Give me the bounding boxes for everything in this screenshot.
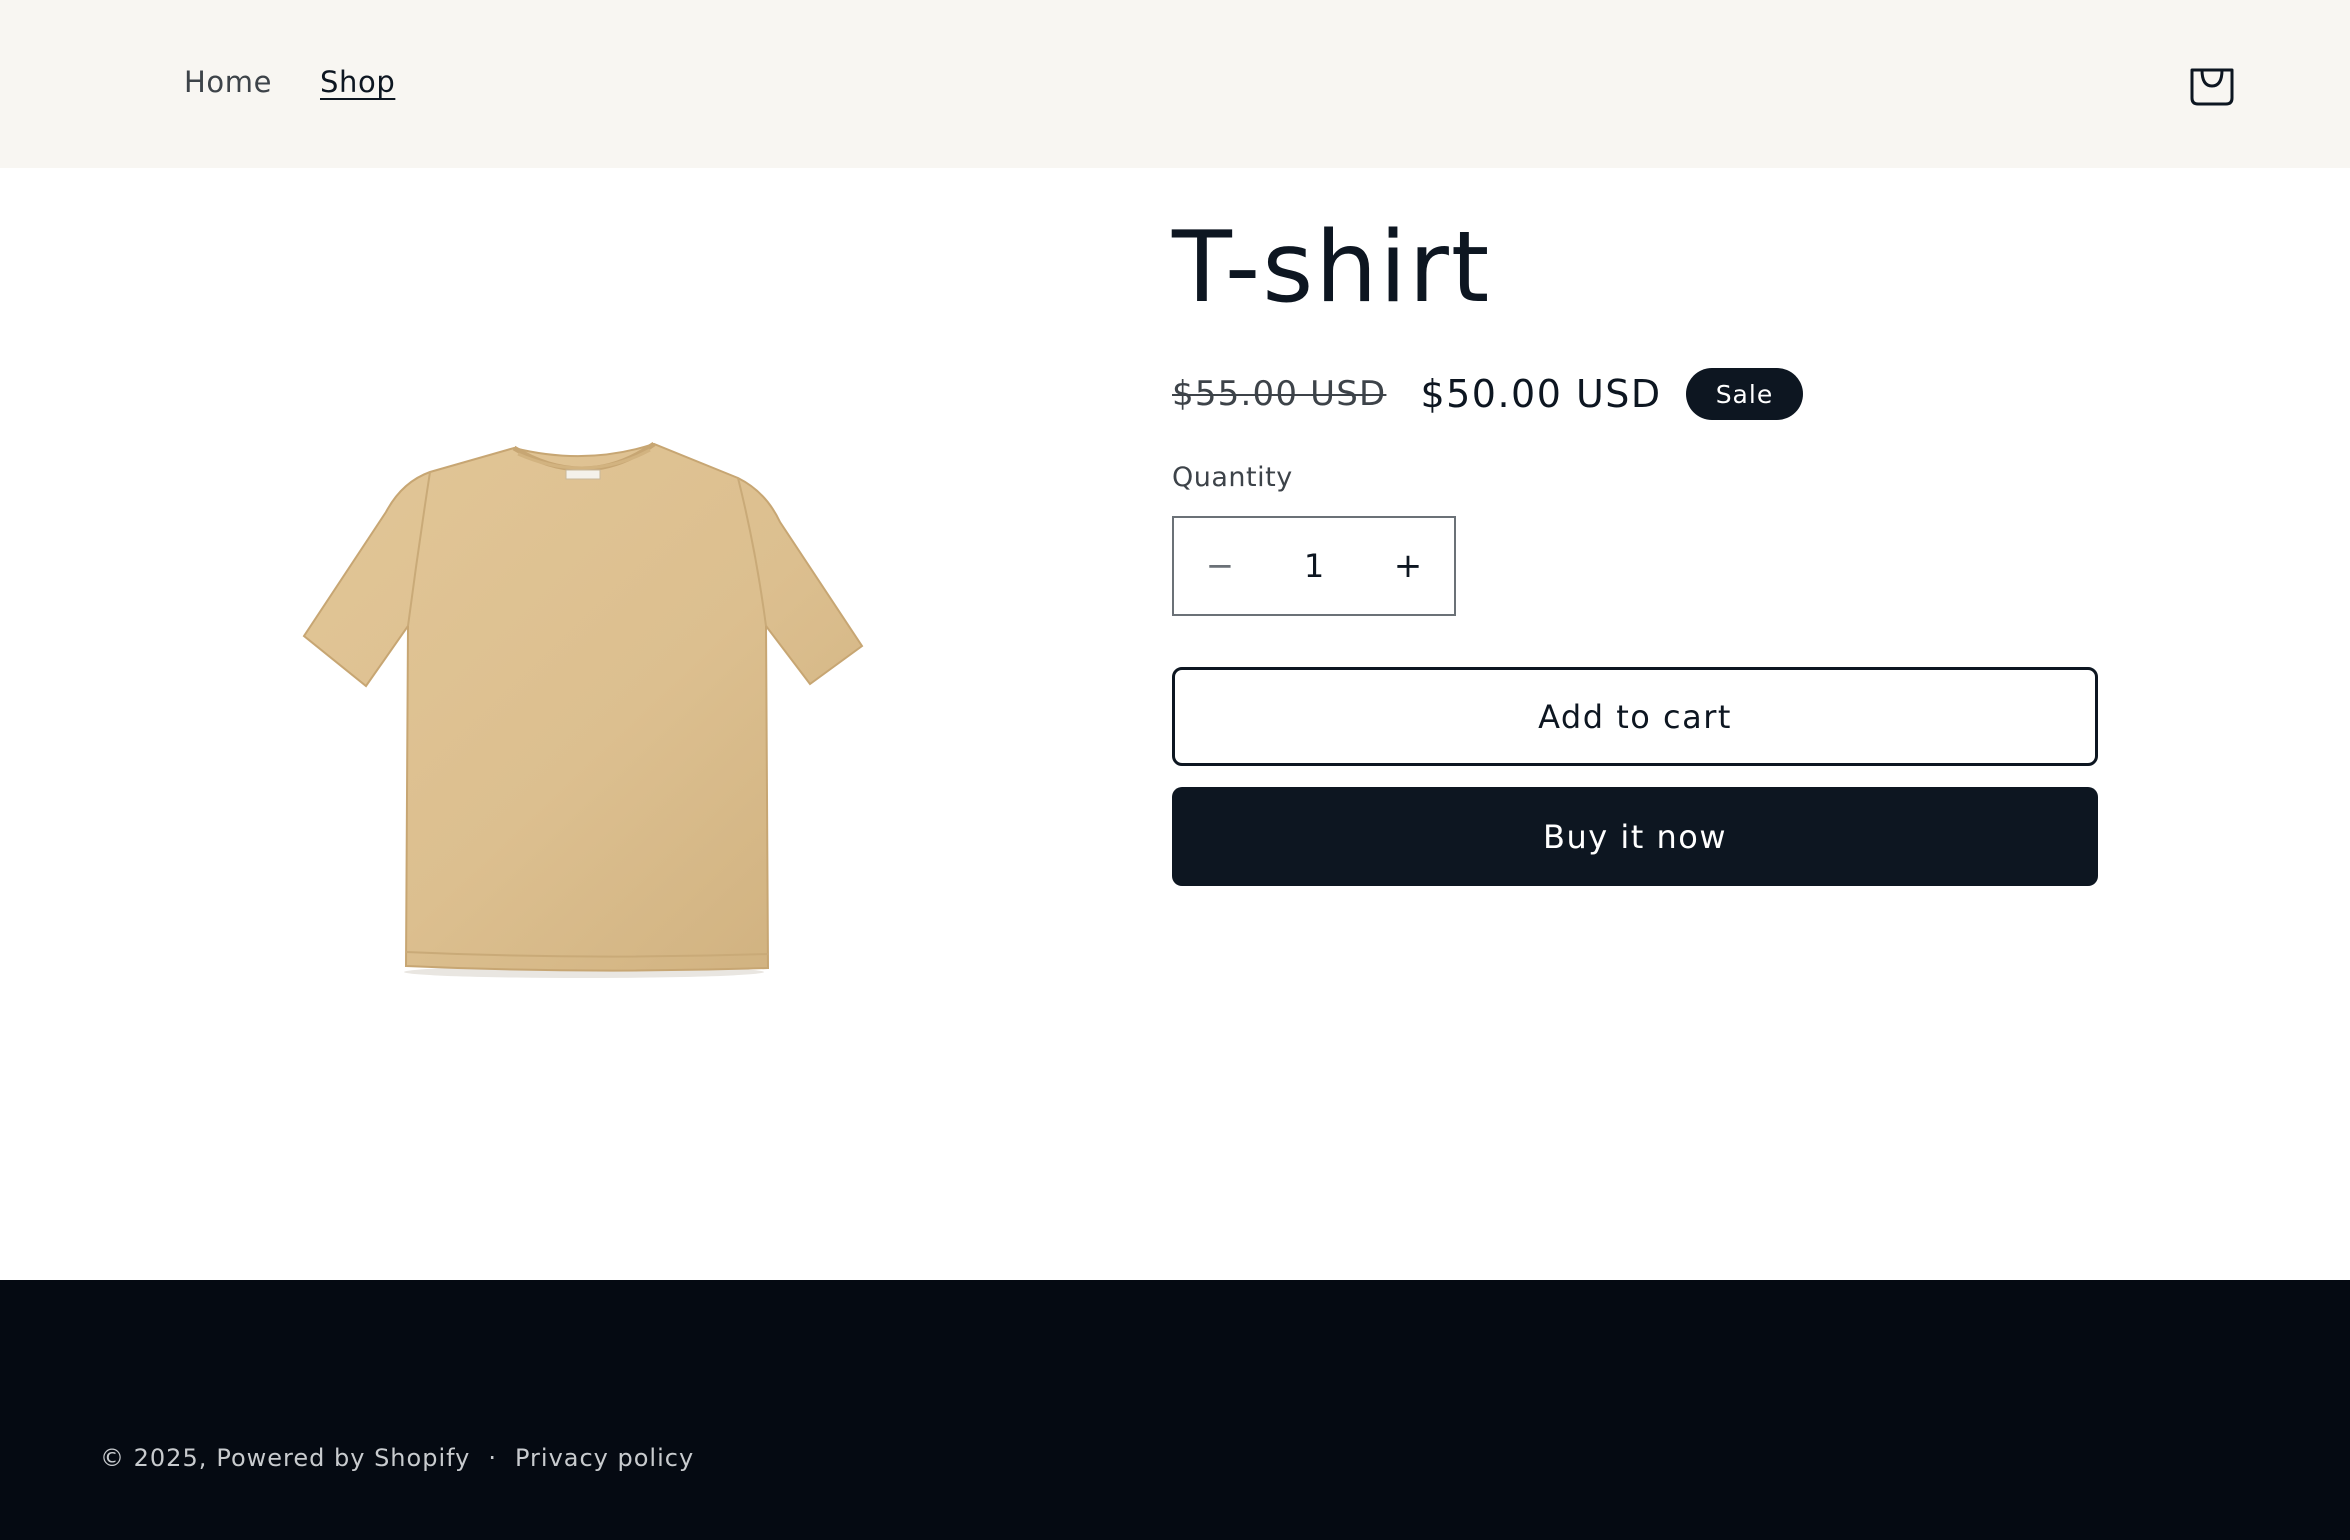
- copyright-text: © 2025,: [100, 1444, 208, 1472]
- compare-at-price: $55.00 USD: [1172, 374, 1387, 414]
- buy-it-now-button[interactable]: Buy it now: [1172, 787, 2098, 886]
- quantity-label: Quantity: [1172, 462, 1293, 493]
- product-section: T-shirt $55.00 USD $50.00 USD Sale Quant…: [0, 168, 2350, 1280]
- sale-badge: Sale: [1685, 368, 1804, 420]
- shopping-bag-icon[interactable]: [2188, 56, 2236, 108]
- privacy-policy-link[interactable]: Privacy policy: [515, 1444, 694, 1472]
- footer-copyright: © 2025, Powered by Shopify · Privacy pol…: [100, 1444, 694, 1472]
- quantity-decrease-button[interactable]: −: [1174, 518, 1266, 614]
- powered-by-shopify-link[interactable]: Powered by Shopify: [216, 1444, 470, 1472]
- add-to-cart-button[interactable]: Add to cart: [1172, 667, 2098, 766]
- product-image[interactable]: [290, 400, 880, 1000]
- quantity-increase-button[interactable]: +: [1362, 518, 1454, 614]
- price-row: $55.00 USD $50.00 USD Sale: [1172, 364, 1804, 424]
- footer-separator: ·: [488, 1444, 497, 1472]
- site-footer: [0, 1280, 2350, 1540]
- nav-link-shop[interactable]: Shop: [320, 62, 395, 102]
- sale-price: $50.00 USD: [1420, 372, 1662, 416]
- quantity-stepper: − +: [1172, 516, 1456, 616]
- nav-link-home[interactable]: Home: [184, 62, 272, 102]
- product-title: T-shirt: [1172, 211, 1492, 325]
- quantity-input[interactable]: [1266, 518, 1362, 614]
- site-header: Home Shop: [0, 0, 2350, 168]
